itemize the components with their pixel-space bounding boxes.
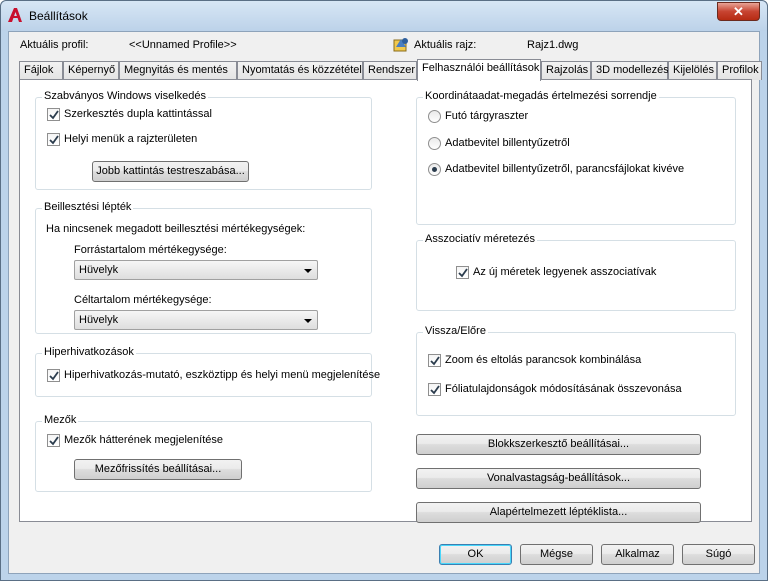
field-update-settings-button[interactable]: Mezőfrissítés beállításai... bbox=[74, 459, 242, 480]
chevron-down-icon bbox=[304, 269, 312, 273]
ok-button[interactable]: OK bbox=[439, 544, 512, 565]
associative-dims-label: Az új méretek legyenek asszociatívak bbox=[473, 266, 657, 278]
radio-selected-dot bbox=[432, 167, 437, 172]
tab-profiles[interactable]: Profilok bbox=[717, 61, 762, 80]
zoom-pan-checkbox[interactable] bbox=[428, 354, 441, 367]
associative-dimensioning-group: Asszociatív méretezés Az új méretek legy… bbox=[416, 233, 736, 311]
tab-open-save[interactable]: Megnyitás és mentés bbox=[119, 61, 237, 80]
field-background-label: Mezők hátterének megjelenítése bbox=[64, 434, 223, 446]
insertion-scale-group: Beillesztési lépték Ha nincsenek megadot… bbox=[35, 201, 372, 334]
radio-keyboard-except-scripts[interactable] bbox=[428, 163, 441, 176]
coordinate-priority-title: Koordinátaadat-megadás értelmezési sorre… bbox=[423, 90, 659, 102]
tab-3d-modeling[interactable]: 3D modellezés bbox=[591, 61, 669, 80]
tab-user-preferences[interactable]: Felhasználói beállítások bbox=[417, 59, 541, 81]
layer-props-label: Fóliatulajdonságok módosításának összevo… bbox=[445, 383, 682, 395]
dialog-body: Aktuális profil: <<Unnamed Profile>> Akt… bbox=[8, 31, 762, 574]
undo-redo-title: Vissza/Előre bbox=[423, 325, 488, 337]
windows-behavior-group: Szabványos Windows viselkedés Szerkeszté… bbox=[35, 90, 372, 190]
tab-system[interactable]: Rendszer bbox=[363, 61, 417, 80]
default-scale-list-button[interactable]: Alapértelmezett léptéklista... bbox=[416, 502, 701, 523]
undo-redo-group: Vissza/Előre Zoom és eltolás parancsok k… bbox=[416, 325, 736, 416]
block-editor-settings-button[interactable]: Blokkszerkesztő beállításai... bbox=[416, 434, 701, 455]
lineweight-settings-button[interactable]: Vonalvastagság-beállítások... bbox=[416, 468, 701, 489]
radio-keyboard-entry[interactable] bbox=[428, 137, 441, 150]
right-click-customization-button[interactable]: Jobb kattintás testreszabása... bbox=[92, 161, 249, 182]
user-preferences-panel: Szabványos Windows viselkedés Szerkeszté… bbox=[19, 79, 752, 523]
insertion-scale-title: Beillesztési lépték bbox=[42, 201, 134, 213]
close-button[interactable]: ✕ bbox=[717, 2, 760, 21]
drawing-icon bbox=[393, 36, 409, 55]
window-title: Beállítások bbox=[29, 9, 88, 23]
current-drawing-value: Rajz1.dwg bbox=[527, 39, 579, 51]
current-profile-value: <<Unnamed Profile>> bbox=[129, 39, 237, 51]
chevron-down-icon bbox=[304, 319, 312, 323]
current-profile-label: Aktuális profil: bbox=[20, 39, 89, 51]
options-dialog: Beállítások ✕ Aktuális profil: <<Unnamed… bbox=[0, 0, 768, 581]
running-osnap-label: Futó tárgyraszter bbox=[445, 110, 529, 122]
source-units-dropdown[interactable]: Hüvelyk bbox=[74, 260, 318, 280]
tab-plot-publish[interactable]: Nyomtatás és közzététel bbox=[237, 61, 363, 80]
help-button[interactable]: Súgó bbox=[682, 544, 755, 565]
hyperlink-title: Hiperhivatkozások bbox=[42, 346, 136, 358]
shortcut-menus-label: Helyi menük a rajzterületen bbox=[64, 133, 198, 145]
tab-files[interactable]: Fájlok bbox=[19, 61, 63, 80]
source-units-value: Hüvelyk bbox=[79, 264, 119, 276]
double-click-checkbox[interactable] bbox=[47, 108, 60, 121]
keyboard-entry-label: Adatbevitel billentyűzetről bbox=[445, 137, 570, 149]
close-icon: ✕ bbox=[733, 4, 744, 19]
coordinate-priority-group: Koordinátaadat-megadás értelmezési sorre… bbox=[416, 90, 736, 225]
double-click-label: Szerkesztés dupla kattintással bbox=[64, 108, 212, 120]
tab-selection[interactable]: Kijelölés bbox=[668, 61, 717, 80]
target-units-label: Céltartalom mértékegysége: bbox=[74, 294, 212, 306]
radio-running-osnap[interactable] bbox=[428, 110, 441, 123]
field-background-checkbox[interactable] bbox=[47, 434, 60, 447]
keyboard-except-scripts-label: Adatbevitel billentyűzetről, parancsfájl… bbox=[445, 163, 685, 175]
windows-behavior-title: Szabványos Windows viselkedés bbox=[42, 90, 209, 102]
apply-button[interactable]: Alkalmaz bbox=[601, 544, 674, 565]
associative-dimensioning-title: Asszociatív méretezés bbox=[423, 233, 538, 245]
title-bar[interactable]: Beállítások ✕ bbox=[1, 1, 767, 31]
zoom-pan-label: Zoom és eltolás parancsok kombinálása bbox=[445, 354, 642, 366]
current-drawing-label: Aktuális rajz: bbox=[414, 39, 477, 51]
target-units-dropdown[interactable]: Hüvelyk bbox=[74, 310, 318, 330]
hyperlink-cursor-checkbox[interactable] bbox=[47, 369, 60, 382]
insertion-scale-note: Ha nincsenek megadott beillesztési mérté… bbox=[46, 223, 306, 235]
hyperlink-cursor-label: Hiperhivatkozás-mutató, eszköztipp és he… bbox=[64, 369, 381, 381]
autocad-logo-icon bbox=[7, 7, 23, 23]
layer-props-checkbox[interactable] bbox=[428, 383, 441, 396]
associative-dims-checkbox[interactable] bbox=[456, 266, 469, 279]
fields-title: Mezők bbox=[42, 414, 79, 426]
hyperlink-group: Hiperhivatkozások Hiperhivatkozás-mutató… bbox=[35, 346, 380, 397]
tab-drafting[interactable]: Rajzolás bbox=[541, 61, 591, 80]
cancel-button[interactable]: Mégse bbox=[520, 544, 593, 565]
tab-display[interactable]: Képernyő bbox=[63, 61, 119, 80]
fields-group: Mezők Mezők hátterének megjelenítése Mez… bbox=[35, 414, 372, 492]
shortcut-menus-checkbox[interactable] bbox=[47, 133, 60, 146]
source-units-label: Forrástartalom mértékegysége: bbox=[74, 244, 227, 256]
target-units-value: Hüvelyk bbox=[79, 314, 119, 326]
